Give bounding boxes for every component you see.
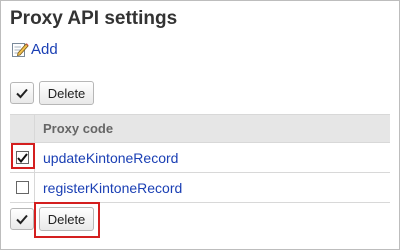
header-checkbox-column	[10, 115, 35, 142]
checkmark-icon	[16, 214, 28, 224]
checkbox-highlight	[11, 143, 35, 169]
row-checkbox-cell	[10, 173, 35, 202]
table-row: updateKintoneRecord	[10, 143, 390, 173]
table-row: registerKintoneRecord	[10, 173, 390, 203]
select-all-button-top[interactable]	[10, 82, 34, 104]
delete-button-top[interactable]: Delete	[39, 81, 94, 105]
checkmark-icon	[16, 88, 28, 98]
proxy-code-link[interactable]: registerKintoneRecord	[35, 180, 182, 196]
page-title: Proxy API settings	[10, 8, 178, 29]
add-label: Add	[31, 40, 58, 58]
proxy-code-link[interactable]: updateKintoneRecord	[35, 150, 178, 166]
delete-button-highlight	[34, 202, 100, 238]
row-checkbox[interactable]	[15, 181, 29, 194]
column-header-proxy-code: Proxy code	[43, 121, 114, 136]
proxy-table: Proxy code updateKintoneRecord registerK…	[10, 114, 390, 203]
add-link[interactable]: Add	[11, 40, 58, 58]
select-all-button-bottom[interactable]	[10, 208, 34, 230]
table-header: Proxy code	[10, 115, 390, 143]
edit-icon	[12, 43, 29, 57]
